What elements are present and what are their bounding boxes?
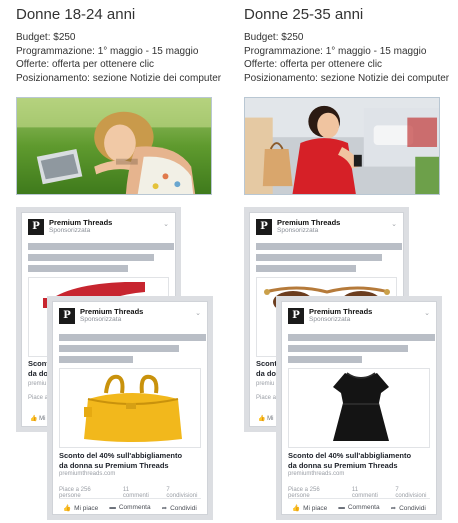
audience-column-right: Donne 25-35 anni Budget: $250 Programmaz… [244, 0, 458, 85]
ad-caption: Sconto del 40% sull'abbigliamento da don… [288, 451, 412, 470]
ad-preview-front-right: P Premium Threads Sponsorizzata ⌄ Sconto… [276, 296, 442, 520]
text-placeholder-bar [256, 243, 402, 250]
ad-actions: 👍 Mi piace ▬ Commenta ➦ Condividi [292, 504, 430, 512]
text-placeholder-bar [59, 345, 179, 352]
brand-name[interactable]: Premium Threads [277, 218, 340, 227]
audience-title: Donne 25-35 anni [244, 6, 364, 23]
ad-header: P Premium Threads Sponsorizzata ⌄ [53, 302, 207, 328]
like-icon[interactable]: 👍 Mi [258, 415, 273, 422]
chevron-down-icon[interactable]: ⌄ [424, 309, 430, 317]
like-button[interactable]: 👍 Mi piace [292, 504, 327, 512]
brand-name[interactable]: Premium Threads [309, 307, 372, 316]
bid-text: Offerte: offerta per ottenere clic [244, 59, 383, 70]
audience-column-left: Donne 18-24 anni Budget: $250 Programmaz… [16, 0, 238, 85]
audience-photo-young-woman [16, 97, 212, 195]
like-icon: 👍 [63, 505, 72, 512]
ad-url-clipped: premiu [256, 381, 275, 387]
ad-url[interactable]: premiumthreads.com [288, 471, 344, 477]
text-placeholder-bar [59, 356, 133, 363]
placement-text: Posizionamento: sezione Notizie dei comp… [16, 72, 222, 84]
comment-icon: ▬ [109, 504, 116, 511]
text-placeholder-bar [28, 243, 174, 250]
product-image-handbag[interactable] [59, 368, 201, 448]
share-icon: ➦ [390, 505, 397, 512]
ad-card: P Premium Threads Sponsorizzata ⌄ Sconto… [281, 301, 437, 515]
brand-logo: P [59, 308, 75, 324]
sponsored-label: Sponsorizzata [309, 316, 351, 323]
chevron-down-icon[interactable]: ⌄ [391, 220, 397, 228]
ad-header: P Premium Threads Sponsorizzata ⌄ [282, 302, 436, 328]
brand-name[interactable]: Premium Threads [49, 218, 112, 227]
audience-title: Donne 18-24 anni [16, 6, 136, 23]
schedule-text: Programmazione: 1° maggio - 15 maggio [244, 45, 427, 57]
ad-url[interactable]: premiumthreads.com [59, 471, 115, 477]
brand-name[interactable]: Premium Threads [80, 307, 143, 316]
ad-actions: 👍 Mi piace ▬ Commenta ➦ Condividi [63, 504, 201, 512]
brand-logo: P [288, 308, 304, 324]
brand-logo: P [28, 219, 44, 235]
ad-header: P Premium Threads Sponsorizzata ⌄ [22, 213, 175, 239]
like-button[interactable]: 👍 Mi piace [63, 504, 98, 512]
comment-button[interactable]: ▬ Commenta [109, 504, 150, 512]
chevron-down-icon[interactable]: ⌄ [163, 220, 169, 228]
bid-text: Offerte: offerta per ottenere clic [16, 59, 155, 70]
budget-text: Budget: $250 [244, 32, 304, 43]
ad-header: P Premium Threads Sponsorizzata ⌄ [250, 213, 403, 239]
share-button[interactable]: ➦ Condividi [162, 504, 197, 512]
comment-button[interactable]: ▬ Commenta [338, 504, 379, 512]
text-placeholder-bar [256, 254, 382, 261]
sponsored-label: Sponsorizzata [80, 316, 122, 323]
ad-caption: Sconto del 40% sull'abbigliamento da don… [59, 451, 183, 470]
text-placeholder-bar [28, 265, 128, 272]
brand-logo: P [256, 219, 272, 235]
share-icon: ➦ [161, 505, 168, 512]
budget-text: Budget: $250 [16, 32, 76, 43]
chevron-down-icon[interactable]: ⌄ [195, 309, 201, 317]
product-image-dress[interactable] [288, 368, 430, 448]
sponsored-label: Sponsorizzata [277, 227, 319, 234]
comment-icon: ▬ [338, 504, 345, 511]
ad-card: P Premium Threads Sponsorizzata ⌄ Sconto… [52, 301, 208, 515]
text-placeholder-bar [288, 334, 435, 341]
text-placeholder-bar [256, 265, 356, 272]
share-button[interactable]: ➦ Condividi [391, 504, 426, 512]
divider [288, 498, 430, 499]
like-icon[interactable]: 👍 Mi [30, 415, 45, 422]
placement-text: Posizionamento: sezione Notizie dei comp… [244, 72, 450, 84]
text-placeholder-bar [288, 345, 408, 352]
divider [59, 498, 201, 499]
like-icon: 👍 [292, 505, 301, 512]
text-placeholder-bar [28, 254, 154, 261]
schedule-text: Programmazione: 1° maggio - 15 maggio [16, 45, 199, 57]
text-placeholder-bar [59, 334, 206, 341]
ad-url-clipped: premiu [28, 381, 47, 387]
ad-preview-front-left: P Premium Threads Sponsorizzata ⌄ Sconto… [47, 296, 213, 520]
ad-stats-clipped: Piace a [256, 395, 277, 401]
ad-stats-clipped: Piace a [28, 395, 49, 401]
text-placeholder-bar [288, 356, 362, 363]
audience-photo-adult-woman [244, 97, 440, 195]
sponsored-label: Sponsorizzata [49, 227, 91, 234]
